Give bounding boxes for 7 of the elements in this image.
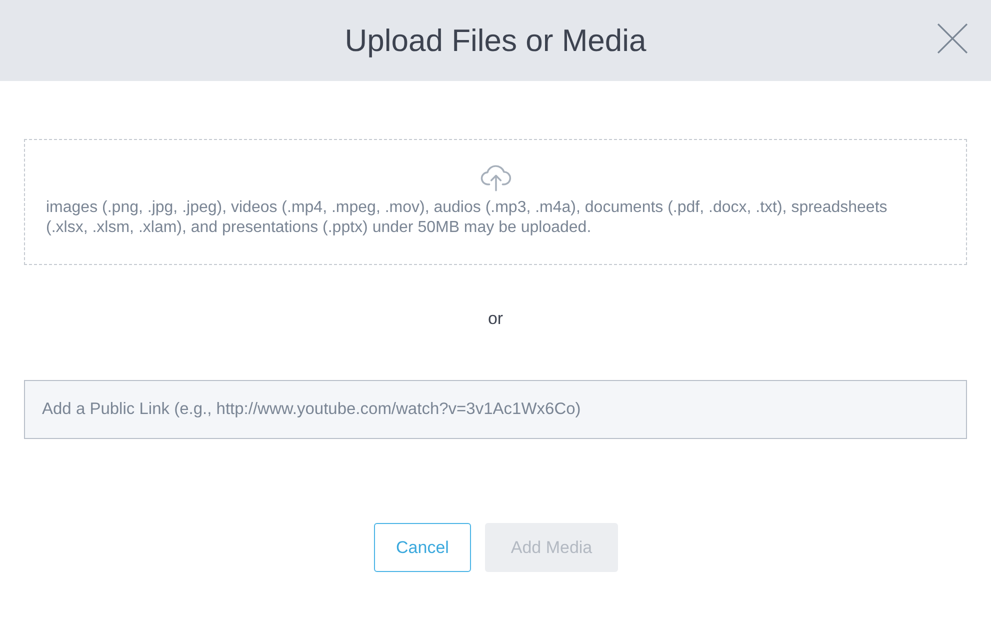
or-separator: or xyxy=(488,308,504,330)
public-link-field[interactable]: Add a Public Link (e.g., http://www.youtube.com/watch?v=3v1Ac1Wx6Co) xyxy=(24,380,967,439)
close-icon[interactable] xyxy=(937,23,968,54)
cancel-button[interactable]: Cancel xyxy=(374,523,471,572)
dropzone[interactable]: images (.png, .jpg, .jpeg), videos (.mp4, .mpeg, .mov), audios (.mp3, .m4a), documents (.pdf, .docx, .txt), spreadsheets (.xlsx, .xlsm, .xlam), and presentations (.pptx) under 50MB may be uploaded. xyxy=(24,139,967,265)
dialog-title: Upload Files or Media xyxy=(344,25,646,56)
file-types-description: images (.png, .jpg, .jpeg), videos (.mp4, .mpeg, .mov), audios (.mp3, .m4a), documents (.pdf, .docx, .txt), spreadsheets (.xlsx, .xlsm, .xlam), and presentations (.pptx) under 50MB may be uploaded. xyxy=(46,198,888,238)
